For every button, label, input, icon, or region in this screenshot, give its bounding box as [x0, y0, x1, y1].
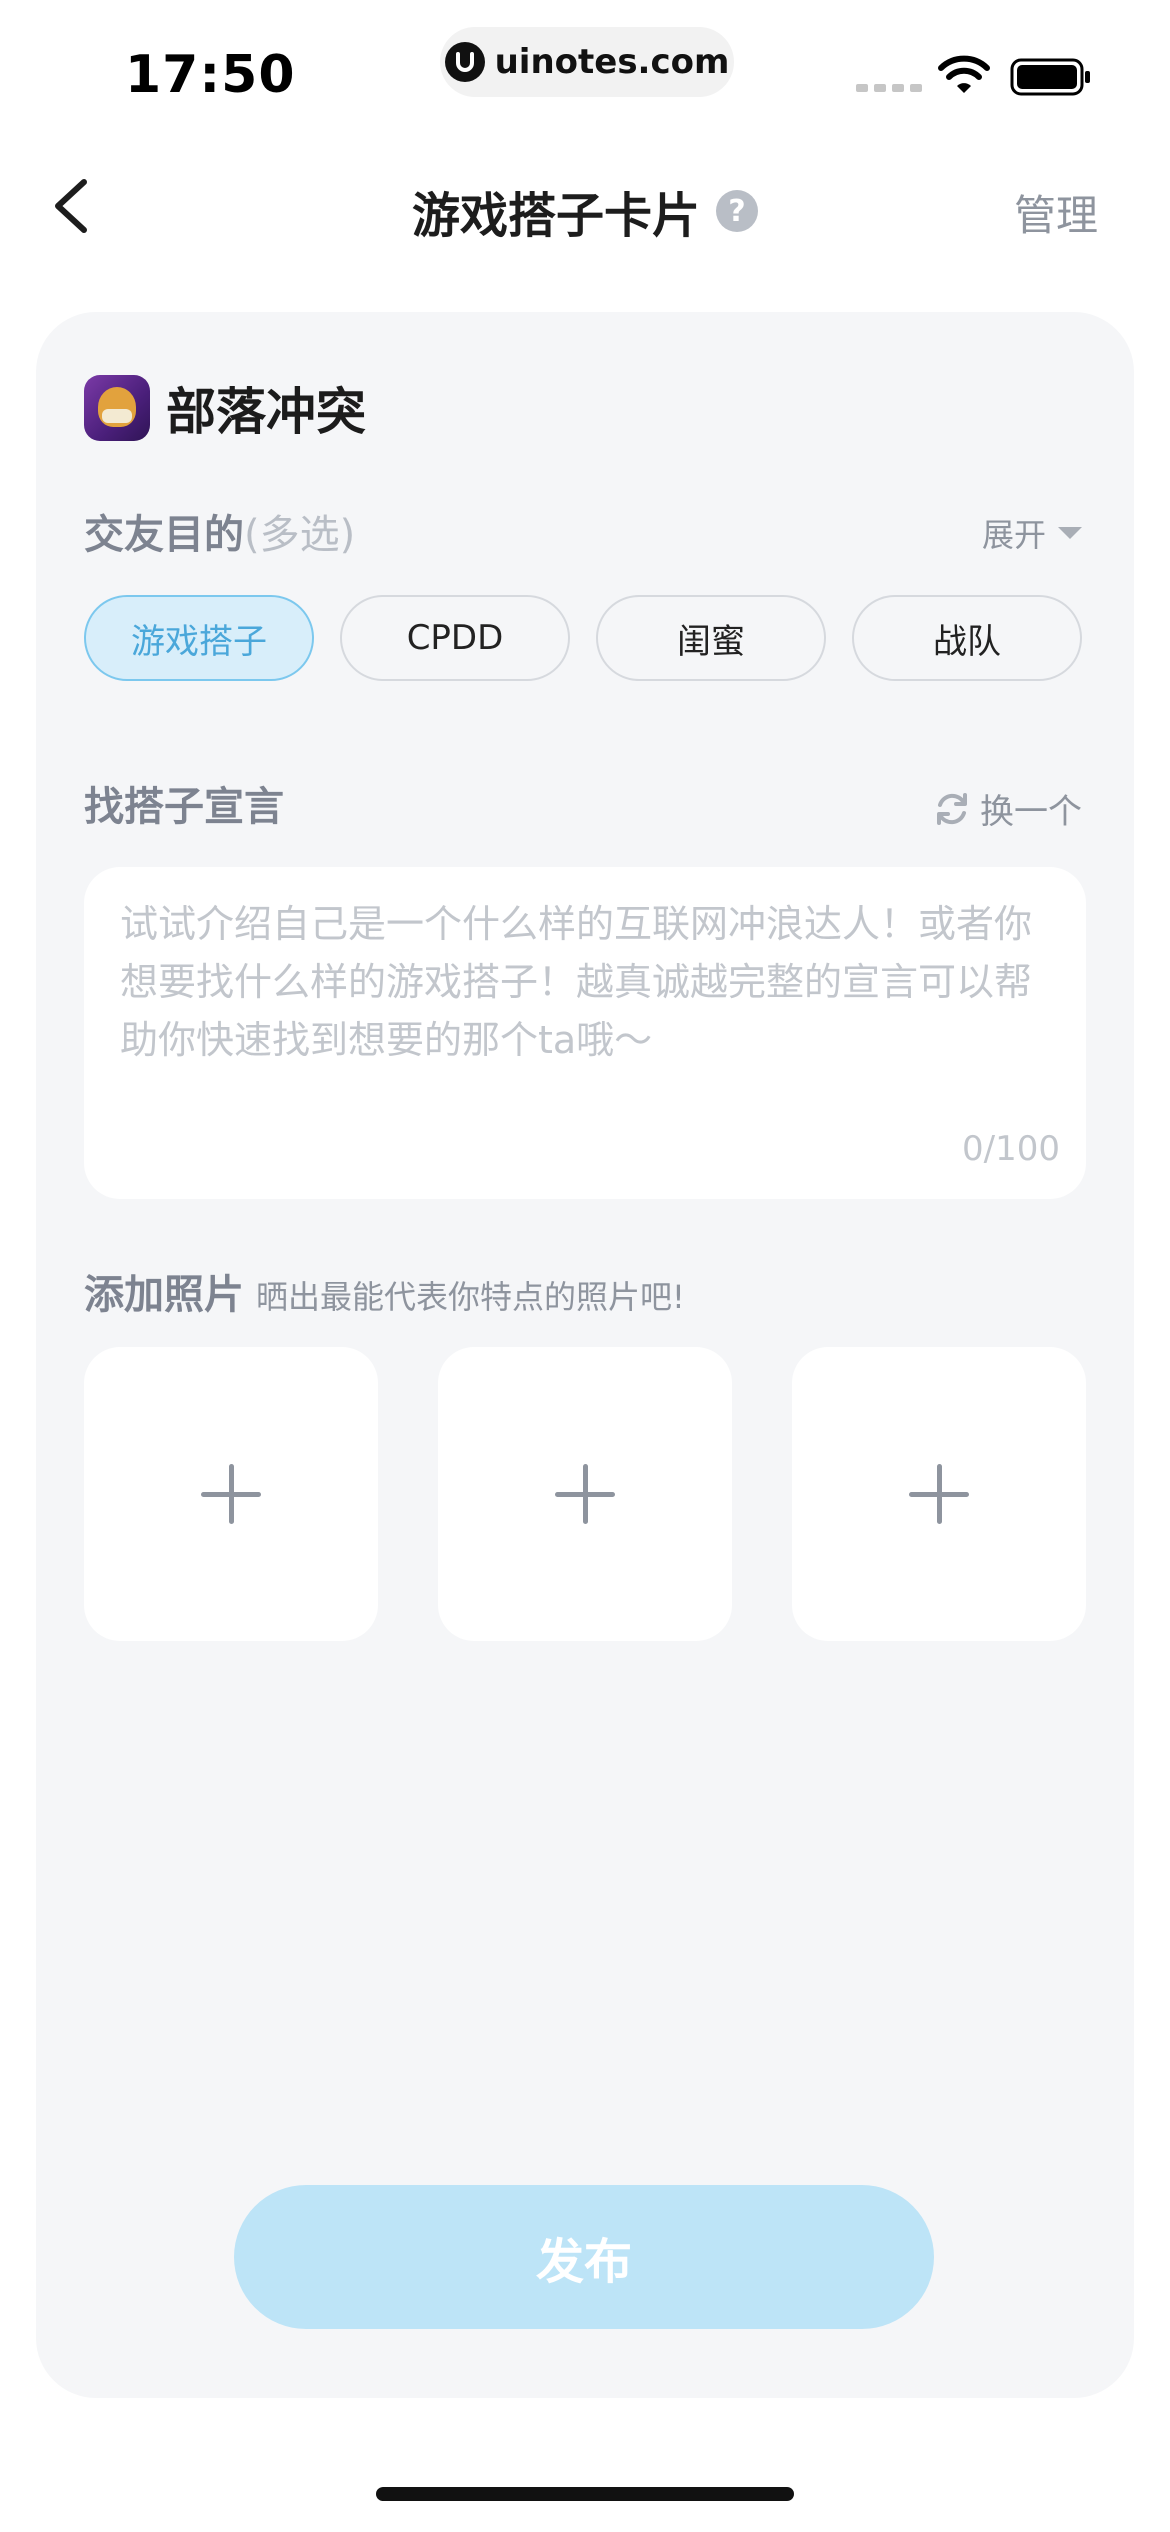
expand-button[interactable]: 展开 [982, 510, 1082, 556]
declaration-input[interactable]: 试试介绍自己是一个什么样的互联网冲浪达人！或者你想要找什么样的游戏搭子！越真诚越… [84, 867, 1086, 1199]
site-logo-icon [444, 42, 485, 82]
cellular-signal-icon [856, 84, 922, 92]
add-photo-button[interactable] [792, 1347, 1086, 1641]
photo-hint: 晒出最能代表你特点的照片吧! [256, 1278, 685, 1316]
game-app-icon [84, 375, 150, 441]
refresh-icon [937, 792, 967, 825]
manage-button[interactable]: 管理 [1014, 182, 1098, 243]
screen: 17:50 uinotes.com 游戏搭子卡片 ? 管理 部落冲突 交友目的(… [0, 0, 1170, 2532]
caret-down-icon [1058, 527, 1082, 539]
declaration-placeholder: 试试介绍自己是一个什么样的互联网冲浪达人！或者你想要找什么样的游戏搭子！越真诚越… [120, 902, 1033, 1062]
help-icon[interactable]: ? [716, 190, 758, 232]
plus-icon [201, 1464, 261, 1524]
purpose-label-suffix: (多选) [244, 512, 356, 558]
chip-cpdd[interactable]: CPDD [340, 595, 570, 681]
purpose-chips: 游戏搭子 CPDD 闺蜜 战队 [84, 595, 1082, 681]
buddy-card-form: 部落冲突 交友目的(多选) 展开 游戏搭子 CPDD 闺蜜 战队 找搭子宣言 换… [36, 312, 1134, 2398]
publish-button[interactable]: 发布 [234, 2185, 934, 2329]
wifi-icon [938, 55, 990, 93]
chip-besties[interactable]: 闺蜜 [596, 595, 826, 681]
nav-title-group: 游戏搭子卡片 ? [0, 176, 1170, 246]
photo-slots [84, 1347, 1086, 1641]
battery-icon [1010, 58, 1090, 96]
photo-header: 添加照片 晒出最能代表你特点的照片吧! [84, 1262, 685, 1320]
purpose-label: 交友目的(多选) [84, 502, 355, 560]
purpose-label-text: 交友目的 [84, 512, 244, 558]
chip-game-buddy[interactable]: 游戏搭子 [84, 595, 314, 681]
url-pill[interactable]: uinotes.com [440, 27, 734, 97]
chip-team[interactable]: 战队 [852, 595, 1082, 681]
expand-label: 展开 [981, 516, 1046, 554]
photo-label: 添加照片 [84, 1272, 244, 1318]
add-photo-button[interactable] [438, 1347, 732, 1641]
refresh-button[interactable]: 换一个 [932, 784, 1082, 833]
add-photo-button[interactable] [84, 1347, 378, 1641]
home-indicator [376, 2487, 794, 2501]
game-header: 部落冲突 [84, 372, 366, 444]
declaration-label: 找搭子宣言 [84, 784, 284, 830]
url-text: uinotes.com [494, 42, 730, 82]
page-title: 游戏搭子卡片 [411, 188, 700, 244]
game-name: 部落冲突 [166, 383, 366, 441]
status-time: 17:50 [125, 45, 296, 105]
plus-icon [555, 1464, 615, 1524]
refresh-label: 换一个 [980, 792, 1082, 832]
plus-icon [909, 1464, 969, 1524]
char-counter: 0/100 [962, 1129, 1060, 1169]
